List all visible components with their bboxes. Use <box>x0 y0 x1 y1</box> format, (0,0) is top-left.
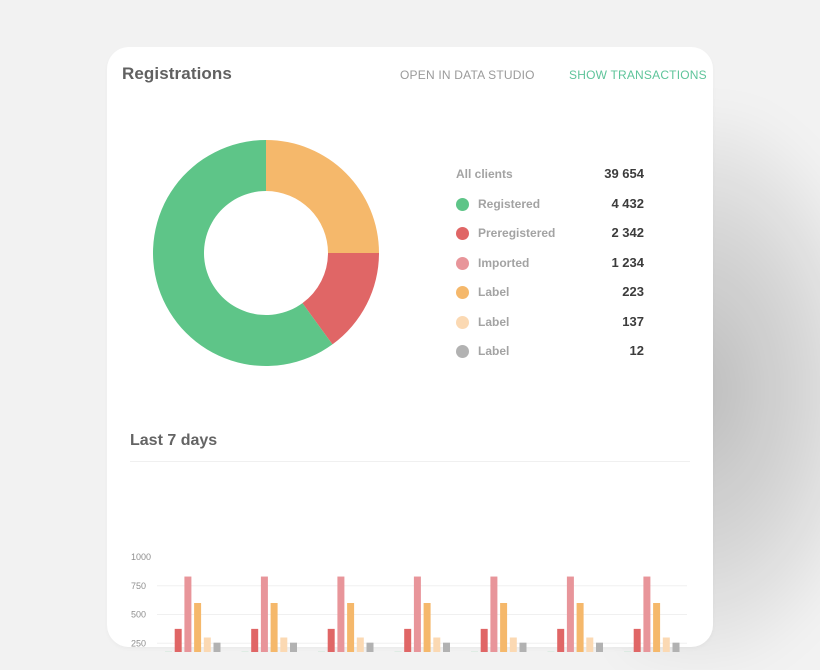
legend-value: 12 <box>630 343 644 358</box>
legend-row-registered: Registered 4 432 <box>452 195 647 225</box>
bar-preregistered-5[interactable] <box>481 629 488 652</box>
legend-total-label: All clients <box>456 167 513 181</box>
legend-value: 223 <box>622 284 644 299</box>
section-divider <box>130 461 690 462</box>
donut-chart <box>152 139 380 367</box>
legend-row-total: All clients 39 654 <box>452 165 647 195</box>
open-in-data-studio-link[interactable]: OPEN IN DATA STUDIO <box>400 68 535 82</box>
y-tick-label: 1000 <box>131 552 151 562</box>
legend-label: Imported <box>478 256 529 270</box>
legend: All clients 39 654 Registered 4 432 Prer… <box>452 165 647 372</box>
legend-value: 2 342 <box>611 225 644 240</box>
legend-label: Label <box>478 285 509 299</box>
legend-dot-icon <box>456 227 469 240</box>
legend-row-imported: Imported 1 234 <box>452 254 647 284</box>
donut-slice-label[interactable] <box>266 140 379 253</box>
bar-label-4[interactable] <box>433 638 440 653</box>
bar-label-7[interactable] <box>663 638 670 653</box>
legend-label: Preregistered <box>478 226 555 240</box>
bar-label-6[interactable] <box>586 638 593 653</box>
bar-preregistered-3[interactable] <box>328 629 335 652</box>
bar-label-1[interactable] <box>214 643 221 652</box>
bar-imported-5[interactable] <box>490 577 497 652</box>
bar-imported-4[interactable] <box>414 577 421 652</box>
legend-label: Registered <box>478 197 540 211</box>
registrations-card: Registrations OPEN IN DATA STUDIO SHOW T… <box>107 47 713 647</box>
bar-label-6[interactable] <box>596 643 603 652</box>
bar-imported-2[interactable] <box>261 577 268 652</box>
bar-label-5[interactable] <box>510 638 517 653</box>
bar-label-1[interactable] <box>204 638 211 653</box>
bar-label-2[interactable] <box>271 603 278 652</box>
bar-label-6[interactable] <box>577 603 584 652</box>
y-tick-label: 750 <box>131 581 146 591</box>
bar-chart: 2505007501000 <box>107 492 713 652</box>
bar-label-5[interactable] <box>520 643 527 652</box>
card-title: Registrations <box>122 64 232 84</box>
section-title: Last 7 days <box>130 432 217 450</box>
legend-value: 137 <box>622 314 644 329</box>
bar-imported-7[interactable] <box>643 577 650 652</box>
bar-label-2[interactable] <box>290 643 297 652</box>
bar-preregistered-1[interactable] <box>175 629 182 652</box>
show-transactions-link[interactable]: SHOW TRANSACTIONS <box>569 68 707 82</box>
legend-value: 1 234 <box>611 255 644 270</box>
legend-row-preregistered: Preregistered 2 342 <box>452 224 647 254</box>
legend-row-label-peach: Label 137 <box>452 313 647 343</box>
bar-label-3[interactable] <box>347 603 354 652</box>
bar-preregistered-7[interactable] <box>634 629 641 652</box>
bar-label-7[interactable] <box>673 643 680 652</box>
bar-imported-1[interactable] <box>184 577 191 652</box>
bar-label-5[interactable] <box>500 603 507 652</box>
legend-row-label-orange: Label 223 <box>452 283 647 313</box>
legend-label: Label <box>478 315 509 329</box>
bar-label-2[interactable] <box>280 638 287 653</box>
legend-value: 4 432 <box>611 196 644 211</box>
bar-preregistered-6[interactable] <box>557 629 564 652</box>
bar-preregistered-4[interactable] <box>404 629 411 652</box>
bar-label-4[interactable] <box>443 643 450 652</box>
legend-dot-icon <box>456 345 469 358</box>
bar-imported-6[interactable] <box>567 577 574 652</box>
y-tick-label: 250 <box>131 638 146 648</box>
bar-label-7[interactable] <box>653 603 660 652</box>
legend-dot-icon <box>456 198 469 211</box>
bar-preregistered-2[interactable] <box>251 629 258 652</box>
bar-label-4[interactable] <box>424 603 431 652</box>
donut-chart-svg <box>152 139 380 367</box>
bar-label-3[interactable] <box>367 643 374 652</box>
legend-dot-icon <box>456 316 469 329</box>
legend-dot-icon <box>456 286 469 299</box>
legend-label: Label <box>478 344 509 358</box>
bar-label-3[interactable] <box>357 638 364 653</box>
bar-label-1[interactable] <box>194 603 201 652</box>
bar-imported-3[interactable] <box>337 577 344 652</box>
bar-chart-svg: 2505007501000 <box>107 492 713 652</box>
legend-total-value: 39 654 <box>604 166 644 181</box>
legend-dot-icon <box>456 257 469 270</box>
legend-row-label-gray: Label 12 <box>452 342 647 372</box>
